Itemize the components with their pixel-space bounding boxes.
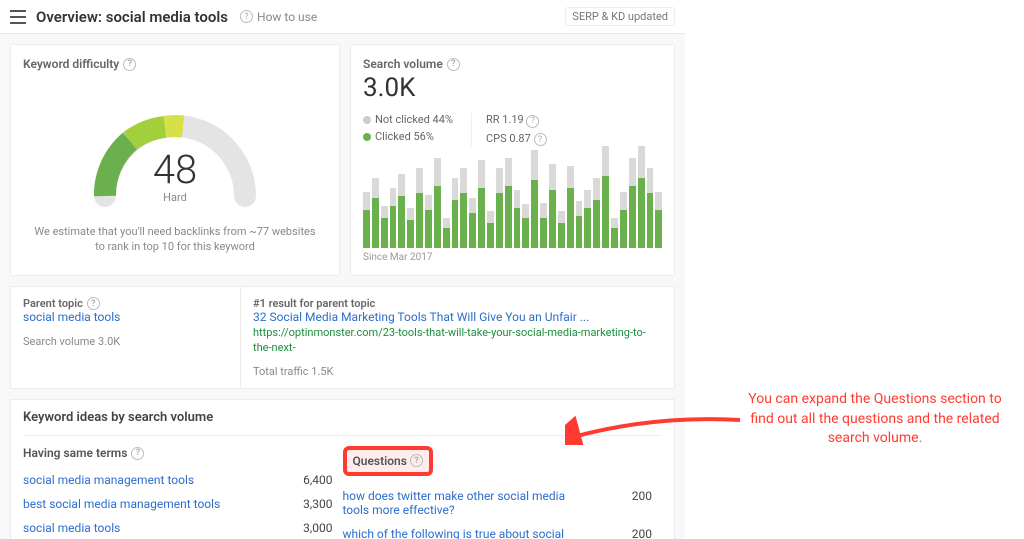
search-volume-card: Search volume? 3.0K Not clicked 44% Clic… <box>350 44 675 276</box>
kd-estimate: We estimate that you'll need backlinks f… <box>23 224 327 255</box>
update-badge: SERP & KD updated <box>565 7 675 26</box>
keyword-difficulty-card: Keyword difficulty? 48 Hard We estimate … <box>10 44 340 276</box>
keyword-row: best social media management tools 3,300 <box>23 492 333 516</box>
help-icon[interactable]: ? <box>447 58 460 71</box>
parent-volume: Search volume 3.0K <box>23 335 228 348</box>
keyword-volume: 3,300 <box>283 497 333 511</box>
help-icon[interactable]: ? <box>410 454 423 467</box>
sv-value: 3.0K <box>363 73 662 103</box>
kd-rating: Hard <box>75 191 275 204</box>
having-same-terms-column: Having same terms? social media manageme… <box>23 435 343 539</box>
keyword-row: social media management tools 6,400 <box>23 468 333 492</box>
keyword-row: which of the following is true about soc… <box>343 522 653 539</box>
how-to-use[interactable]: ? How to use <box>240 10 317 24</box>
top-result-card: #1 result for parent topic 32 Social Med… <box>240 286 675 389</box>
help-icon[interactable]: ? <box>123 58 136 71</box>
help-icon[interactable]: ? <box>526 115 539 128</box>
top-result-title[interactable]: 32 Social Media Marketing Tools That Wil… <box>253 310 589 324</box>
sv-heading: Search volume? <box>363 57 662 71</box>
keyword-volume: 200 <box>602 489 652 503</box>
keyword-link[interactable]: best social media management tools <box>23 497 220 511</box>
keyword-row: how does twitter make other social media… <box>343 484 653 522</box>
keyword-volume: 3,000 <box>283 521 333 535</box>
page-title: Overview: social media tools <box>36 8 228 26</box>
help-icon[interactable]: ? <box>87 297 100 310</box>
help-icon[interactable]: ? <box>131 447 144 460</box>
sv-since: Since Mar 2017 <box>363 252 662 263</box>
keyword-link[interactable]: social media management tools <box>23 473 194 487</box>
keyword-link[interactable]: how does twitter make other social media… <box>343 489 583 517</box>
annotation-arrow-icon <box>565 415 745 445</box>
keyword-volume: 200 <box>602 527 652 539</box>
dot-icon <box>363 133 371 141</box>
dot-icon <box>363 116 371 124</box>
kd-gauge: 48 Hard <box>75 86 275 216</box>
kd-heading: Keyword difficulty? <box>23 57 327 71</box>
top-result-traffic: Total traffic 1.5K <box>253 365 662 378</box>
questions-column: Questions ? how does twitter make other … <box>343 435 663 539</box>
help-icon: ? <box>240 10 253 23</box>
parent-topic-card: Parent topic? social media tools Search … <box>10 286 240 389</box>
hamburger-icon[interactable] <box>10 10 26 24</box>
top-result-url[interactable]: https://optinmonster.com/23-tools-that-w… <box>253 326 646 354</box>
keyword-link[interactable]: social media tools <box>23 521 120 535</box>
sv-metrics: Not clicked 44% Clicked 56% RR 1.19 ? CP… <box>363 113 662 146</box>
kd-score: 48 <box>75 146 275 193</box>
keyword-volume: 6,400 <box>283 473 333 487</box>
parent-topic-link[interactable]: social media tools <box>23 310 120 324</box>
questions-heading-highlight: Questions ? <box>343 446 433 476</box>
keyword-row: social media tools 3,000 <box>23 516 333 539</box>
annotation-text: You can expand the Questions section to … <box>745 390 1005 449</box>
keyword-link[interactable]: which of the following is true about soc… <box>343 527 583 539</box>
help-icon[interactable]: ? <box>534 133 547 146</box>
sv-trend-chart <box>363 158 662 248</box>
